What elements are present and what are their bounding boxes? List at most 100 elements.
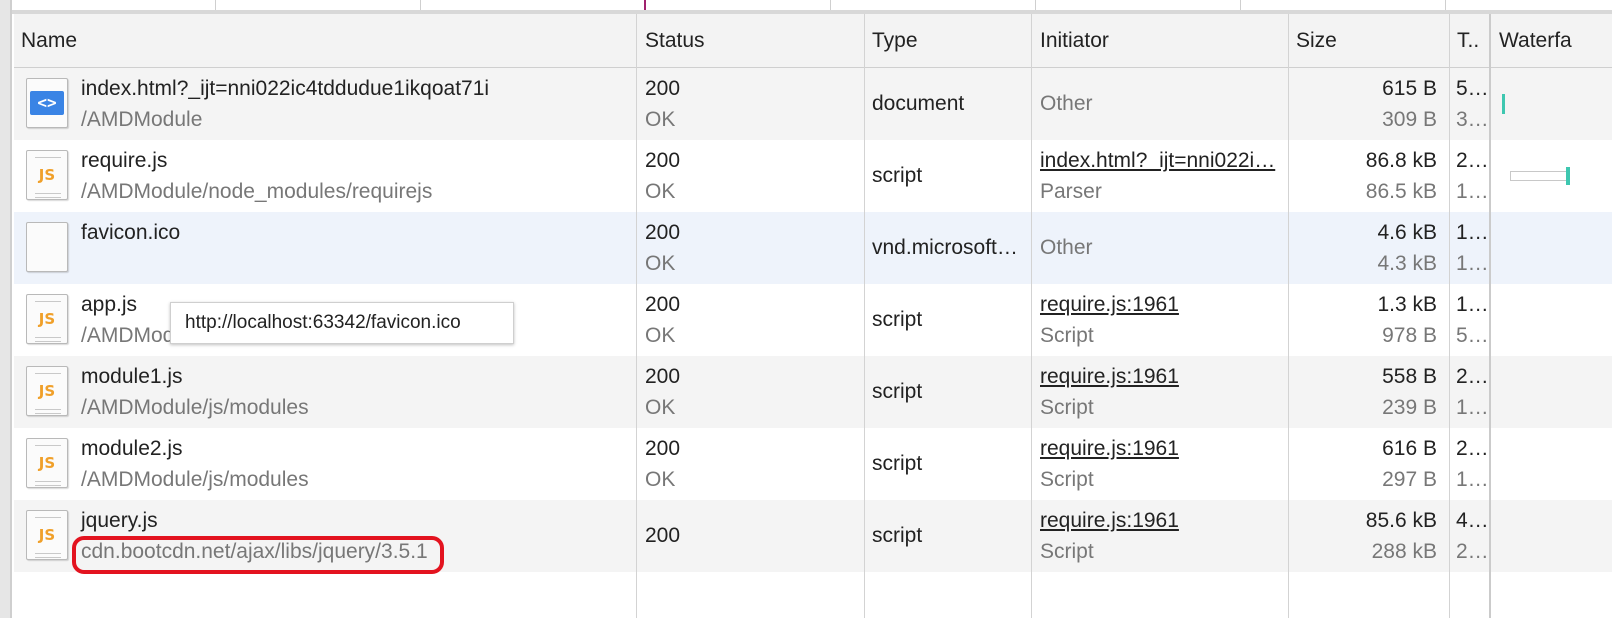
- request-path: /AMDModule/js/modules: [81, 396, 309, 419]
- initiator-cell[interactable]: require.js:1961 Script: [1033, 284, 1288, 356]
- total-time: 2…: [1456, 365, 1489, 388]
- overview-tick: [830, 0, 831, 10]
- overview-tick: [215, 0, 216, 10]
- name-cell[interactable]: favicon.ico: [14, 212, 636, 284]
- waterfall-cell[interactable]: [1492, 500, 1612, 572]
- initiator-link[interactable]: index.html?_ijt=nni022i…: [1040, 149, 1275, 173]
- resource-size: 297 B: [1382, 468, 1437, 491]
- time-cell: 2… 1…: [1450, 140, 1490, 212]
- latency-time: 1…: [1456, 396, 1489, 419]
- request-path: /AMDModule: [81, 108, 203, 131]
- status-text: OK: [645, 252, 676, 275]
- time-cell: 1… 5…: [1450, 284, 1490, 356]
- transferred-size: 85.6 kB: [1365, 509, 1437, 532]
- initiator-cell[interactable]: require.js:1961 Script: [1033, 428, 1288, 500]
- type-cell: document: [872, 92, 965, 115]
- table-row[interactable]: JS module1.js/AMDModule/js/modules 200 OK sc…: [14, 356, 1612, 428]
- resource-size: 309 B: [1382, 108, 1437, 131]
- url-tooltip: http://localhost:63342/favicon.ico: [170, 302, 514, 344]
- status-text: OK: [645, 108, 676, 131]
- column-header-type[interactable]: Type: [865, 14, 1031, 67]
- time-cell: 5… 3…: [1450, 68, 1490, 140]
- column-header-status[interactable]: Status: [638, 14, 864, 67]
- table-row[interactable]: JS require.js/AMDModule/node_modules/requ…: [14, 140, 1612, 212]
- initiator-cell[interactable]: index.html?_ijt=nni022i… Parser: [1033, 140, 1288, 212]
- time-cell: 2… 1…: [1450, 428, 1490, 500]
- column-header-initiator[interactable]: Initiator: [1033, 14, 1288, 67]
- transferred-size: 4.6 kB: [1377, 221, 1437, 244]
- request-path: /AMDModule/node_modules/requirejs: [81, 180, 433, 203]
- annotation-highlight-box: [72, 536, 444, 574]
- status-cell: 200 OK: [638, 284, 864, 356]
- resource-size: 4.3 kB: [1377, 252, 1437, 275]
- name-cell[interactable]: JS module2.js/AMDModule/js/modules: [14, 428, 636, 500]
- column-divider[interactable]: [1031, 14, 1032, 618]
- column-divider[interactable]: [1288, 14, 1289, 618]
- initiator-cell[interactable]: require.js:1961 Script: [1033, 356, 1288, 428]
- code-brackets-glyph: <>: [30, 91, 64, 115]
- status-text: OK: [645, 324, 676, 347]
- table-row[interactable]: JS module2.js/AMDModule/js/modules 200 OK sc…: [14, 428, 1612, 500]
- js-label: JS: [38, 454, 56, 472]
- column-divider[interactable]: [636, 14, 637, 618]
- status-code: 200: [645, 77, 681, 100]
- waterfall-cell[interactable]: [1492, 140, 1612, 212]
- initiator-link[interactable]: require.js:1961: [1040, 509, 1179, 533]
- resource-size: 239 B: [1382, 396, 1437, 419]
- name-cell[interactable]: <> index.html?_ijt=nni022ic4tddudue1ikqoa…: [14, 68, 636, 140]
- request-name: require.js: [81, 149, 168, 172]
- waterfall-cell[interactable]: [1492, 428, 1612, 500]
- request-name: app.js: [81, 293, 138, 316]
- name-cell[interactable]: JS module1.js/AMDModule/js/modules: [14, 356, 636, 428]
- table-row[interactable]: <> index.html?_ijt=nni022ic4tddudue1ikqoa…: [14, 68, 1612, 140]
- column-divider[interactable]: [864, 14, 865, 618]
- overview-tick: [1035, 0, 1036, 10]
- size-cell: 86.8 kB 86.5 kB: [1289, 140, 1449, 212]
- initiator-cell[interactable]: require.js:1961 Script: [1033, 500, 1288, 572]
- type-cell: vnd.microsoft…: [872, 236, 1018, 259]
- waterfall-cell[interactable]: [1492, 212, 1612, 284]
- total-time: 2…: [1456, 149, 1489, 172]
- name-cell[interactable]: JS require.js/AMDModule/node_modules/requ…: [14, 140, 636, 212]
- status-cell: 200 OK: [638, 68, 864, 140]
- total-time: 2…: [1456, 437, 1489, 460]
- total-time: 1…: [1456, 293, 1489, 316]
- status-code: 200: [645, 437, 681, 460]
- timeline-overview[interactable]: [12, 0, 1612, 14]
- column-header-size[interactable]: Size: [1289, 14, 1449, 67]
- initiator-link[interactable]: require.js:1961: [1040, 293, 1179, 317]
- column-divider[interactable]: [1449, 14, 1450, 618]
- column-header-time[interactable]: T..: [1450, 14, 1490, 67]
- waterfall-cell[interactable]: [1492, 284, 1612, 356]
- status-text: OK: [645, 396, 676, 419]
- overview-tick: [420, 0, 421, 10]
- type-cell: script: [872, 164, 923, 187]
- waterfall-cell[interactable]: [1492, 356, 1612, 428]
- transferred-size: 616 B: [1382, 437, 1437, 460]
- latency-time: 5…: [1456, 324, 1489, 347]
- waterfall-cell[interactable]: [1492, 68, 1612, 140]
- latency-time: 3…: [1456, 108, 1489, 131]
- js-label: JS: [38, 382, 56, 400]
- column-header-name[interactable]: Name: [14, 14, 636, 67]
- overview-tick: [1445, 0, 1446, 10]
- js-file-icon: JS: [26, 366, 68, 416]
- status-code: 200: [645, 221, 681, 244]
- column-header-waterfall[interactable]: Waterfa: [1492, 14, 1612, 67]
- size-cell: 615 B 309 B: [1289, 68, 1449, 140]
- panel-left-border: [0, 0, 12, 618]
- initiator-link[interactable]: require.js:1961: [1040, 365, 1179, 389]
- js-label: JS: [38, 166, 56, 184]
- waterfall-divider[interactable]: [1489, 14, 1491, 618]
- js-file-icon: JS: [26, 294, 68, 344]
- latency-time: 1…: [1456, 180, 1489, 203]
- js-label: JS: [38, 310, 56, 328]
- overview-load-marker: [644, 0, 646, 10]
- status-cell: 200 OK: [638, 428, 864, 500]
- initiator-link[interactable]: require.js:1961: [1040, 437, 1179, 461]
- type-cell: script: [872, 452, 923, 475]
- table-row[interactable]: favicon.ico 200 OK vnd.microsoft… Other 4.6 k…: [14, 212, 1612, 284]
- request-path: /AMDModule/js/modules: [81, 468, 309, 491]
- total-time: 4…: [1456, 509, 1489, 532]
- type-cell: script: [872, 380, 923, 403]
